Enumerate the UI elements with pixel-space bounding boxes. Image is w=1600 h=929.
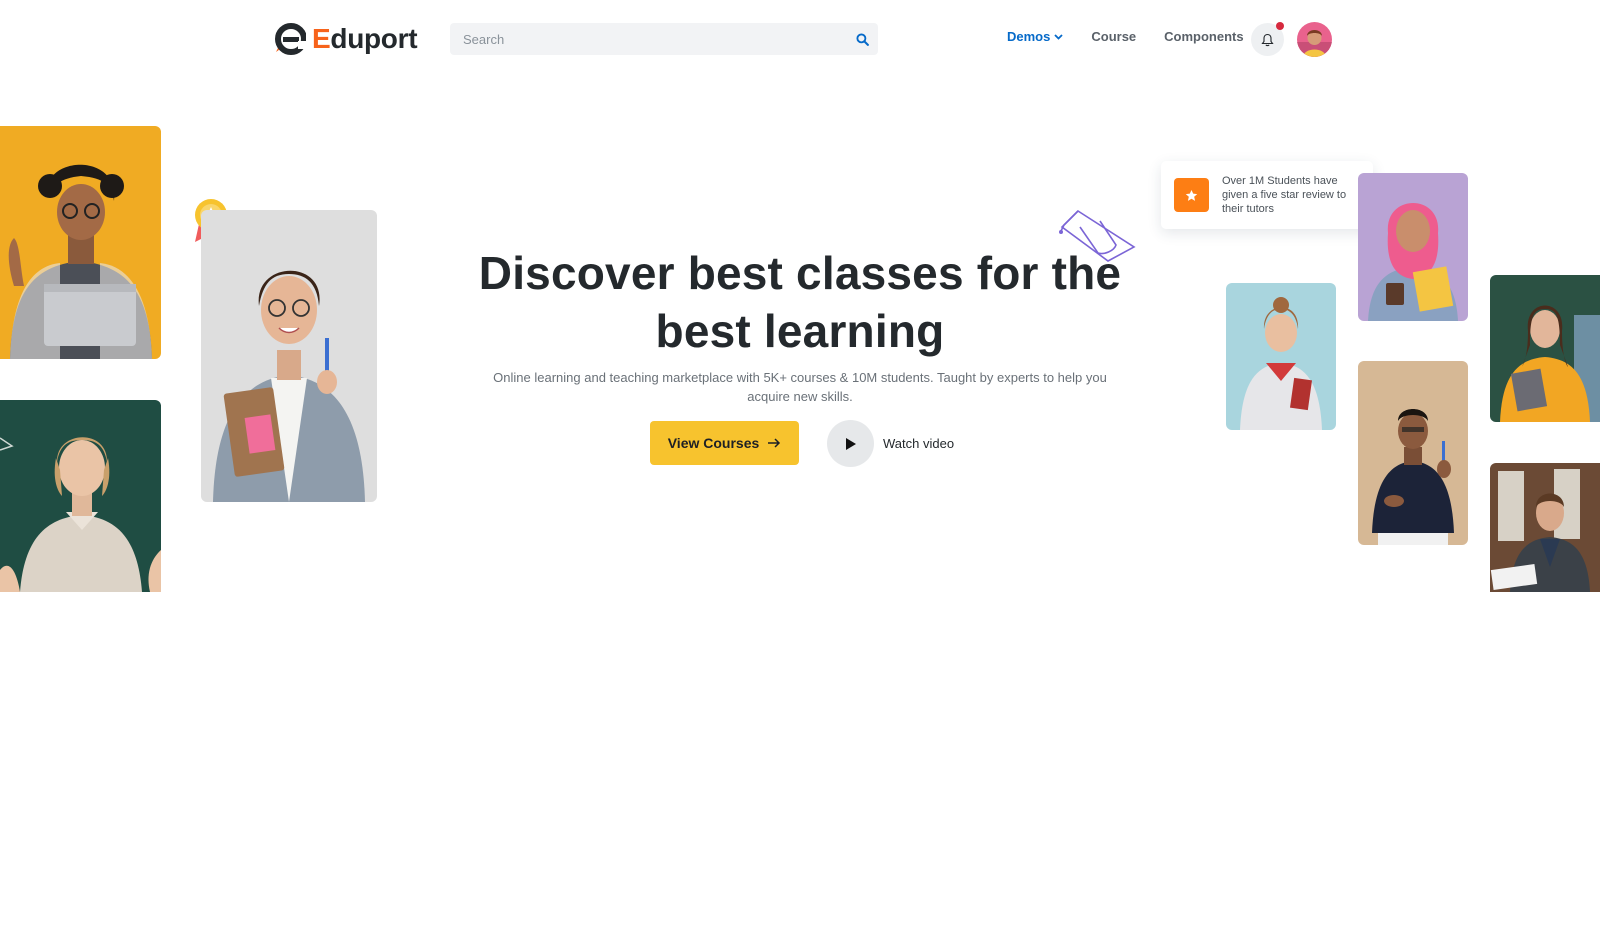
graduation-cap-icon [1059, 209, 1136, 262]
nav-item-demos[interactable]: Demos [1007, 29, 1063, 44]
teacher-photo-glasses [1358, 361, 1468, 545]
search-icon [855, 32, 869, 46]
play-video-button[interactable] [827, 420, 874, 467]
hero-title-line-1: Discover best classes for the [478, 247, 1122, 299]
teacher-photo-suit [1490, 463, 1600, 592]
teacher-photo-chalkboard [0, 400, 161, 592]
student-photo-laptop [0, 126, 161, 359]
search-button[interactable] [852, 29, 872, 49]
site-header: Eduport Demos Course Components [0, 0, 1600, 78]
bell-icon [1261, 33, 1274, 46]
search-bar [450, 23, 878, 55]
notification-dot [1276, 22, 1284, 30]
student-photo-pen [201, 210, 377, 502]
main-nav: Demos Course Components [1007, 29, 1272, 44]
student-photo-yellow-top [1490, 275, 1600, 422]
review-badge [1174, 178, 1209, 212]
logo-text: Eduport [312, 23, 418, 54]
star-icon [1185, 189, 1198, 201]
avatar[interactable] [1297, 22, 1332, 57]
logo[interactable]: Eduport [272, 20, 418, 58]
view-courses-button[interactable]: View Courses [650, 421, 799, 465]
hero-subtitle: Online learning and teaching marketplace… [493, 370, 1107, 404]
chevron-down-icon [1054, 33, 1063, 40]
watch-video-link[interactable]: Watch video [883, 436, 954, 451]
nav-item-label: Demos [1007, 29, 1051, 44]
search-input[interactable] [450, 31, 830, 47]
review-card: Over 1M Students have given a five star … [1161, 161, 1373, 229]
hero-title: Discover best classes for the best learn… [460, 244, 1140, 360]
nav-item-components[interactable]: Components [1164, 29, 1243, 44]
student-photo-backpack [1226, 283, 1336, 430]
view-courses-label: View Courses [667, 435, 760, 451]
nav-item-course[interactable]: Course [1091, 29, 1136, 44]
hero-title-line-2: best learning [655, 305, 945, 357]
logo-icon [275, 23, 306, 55]
review-text: Over 1M Students have given a five star … [1222, 175, 1347, 215]
arrow-right-icon [767, 438, 781, 448]
student-photo-hijab [1358, 173, 1468, 321]
play-icon [845, 437, 856, 450]
